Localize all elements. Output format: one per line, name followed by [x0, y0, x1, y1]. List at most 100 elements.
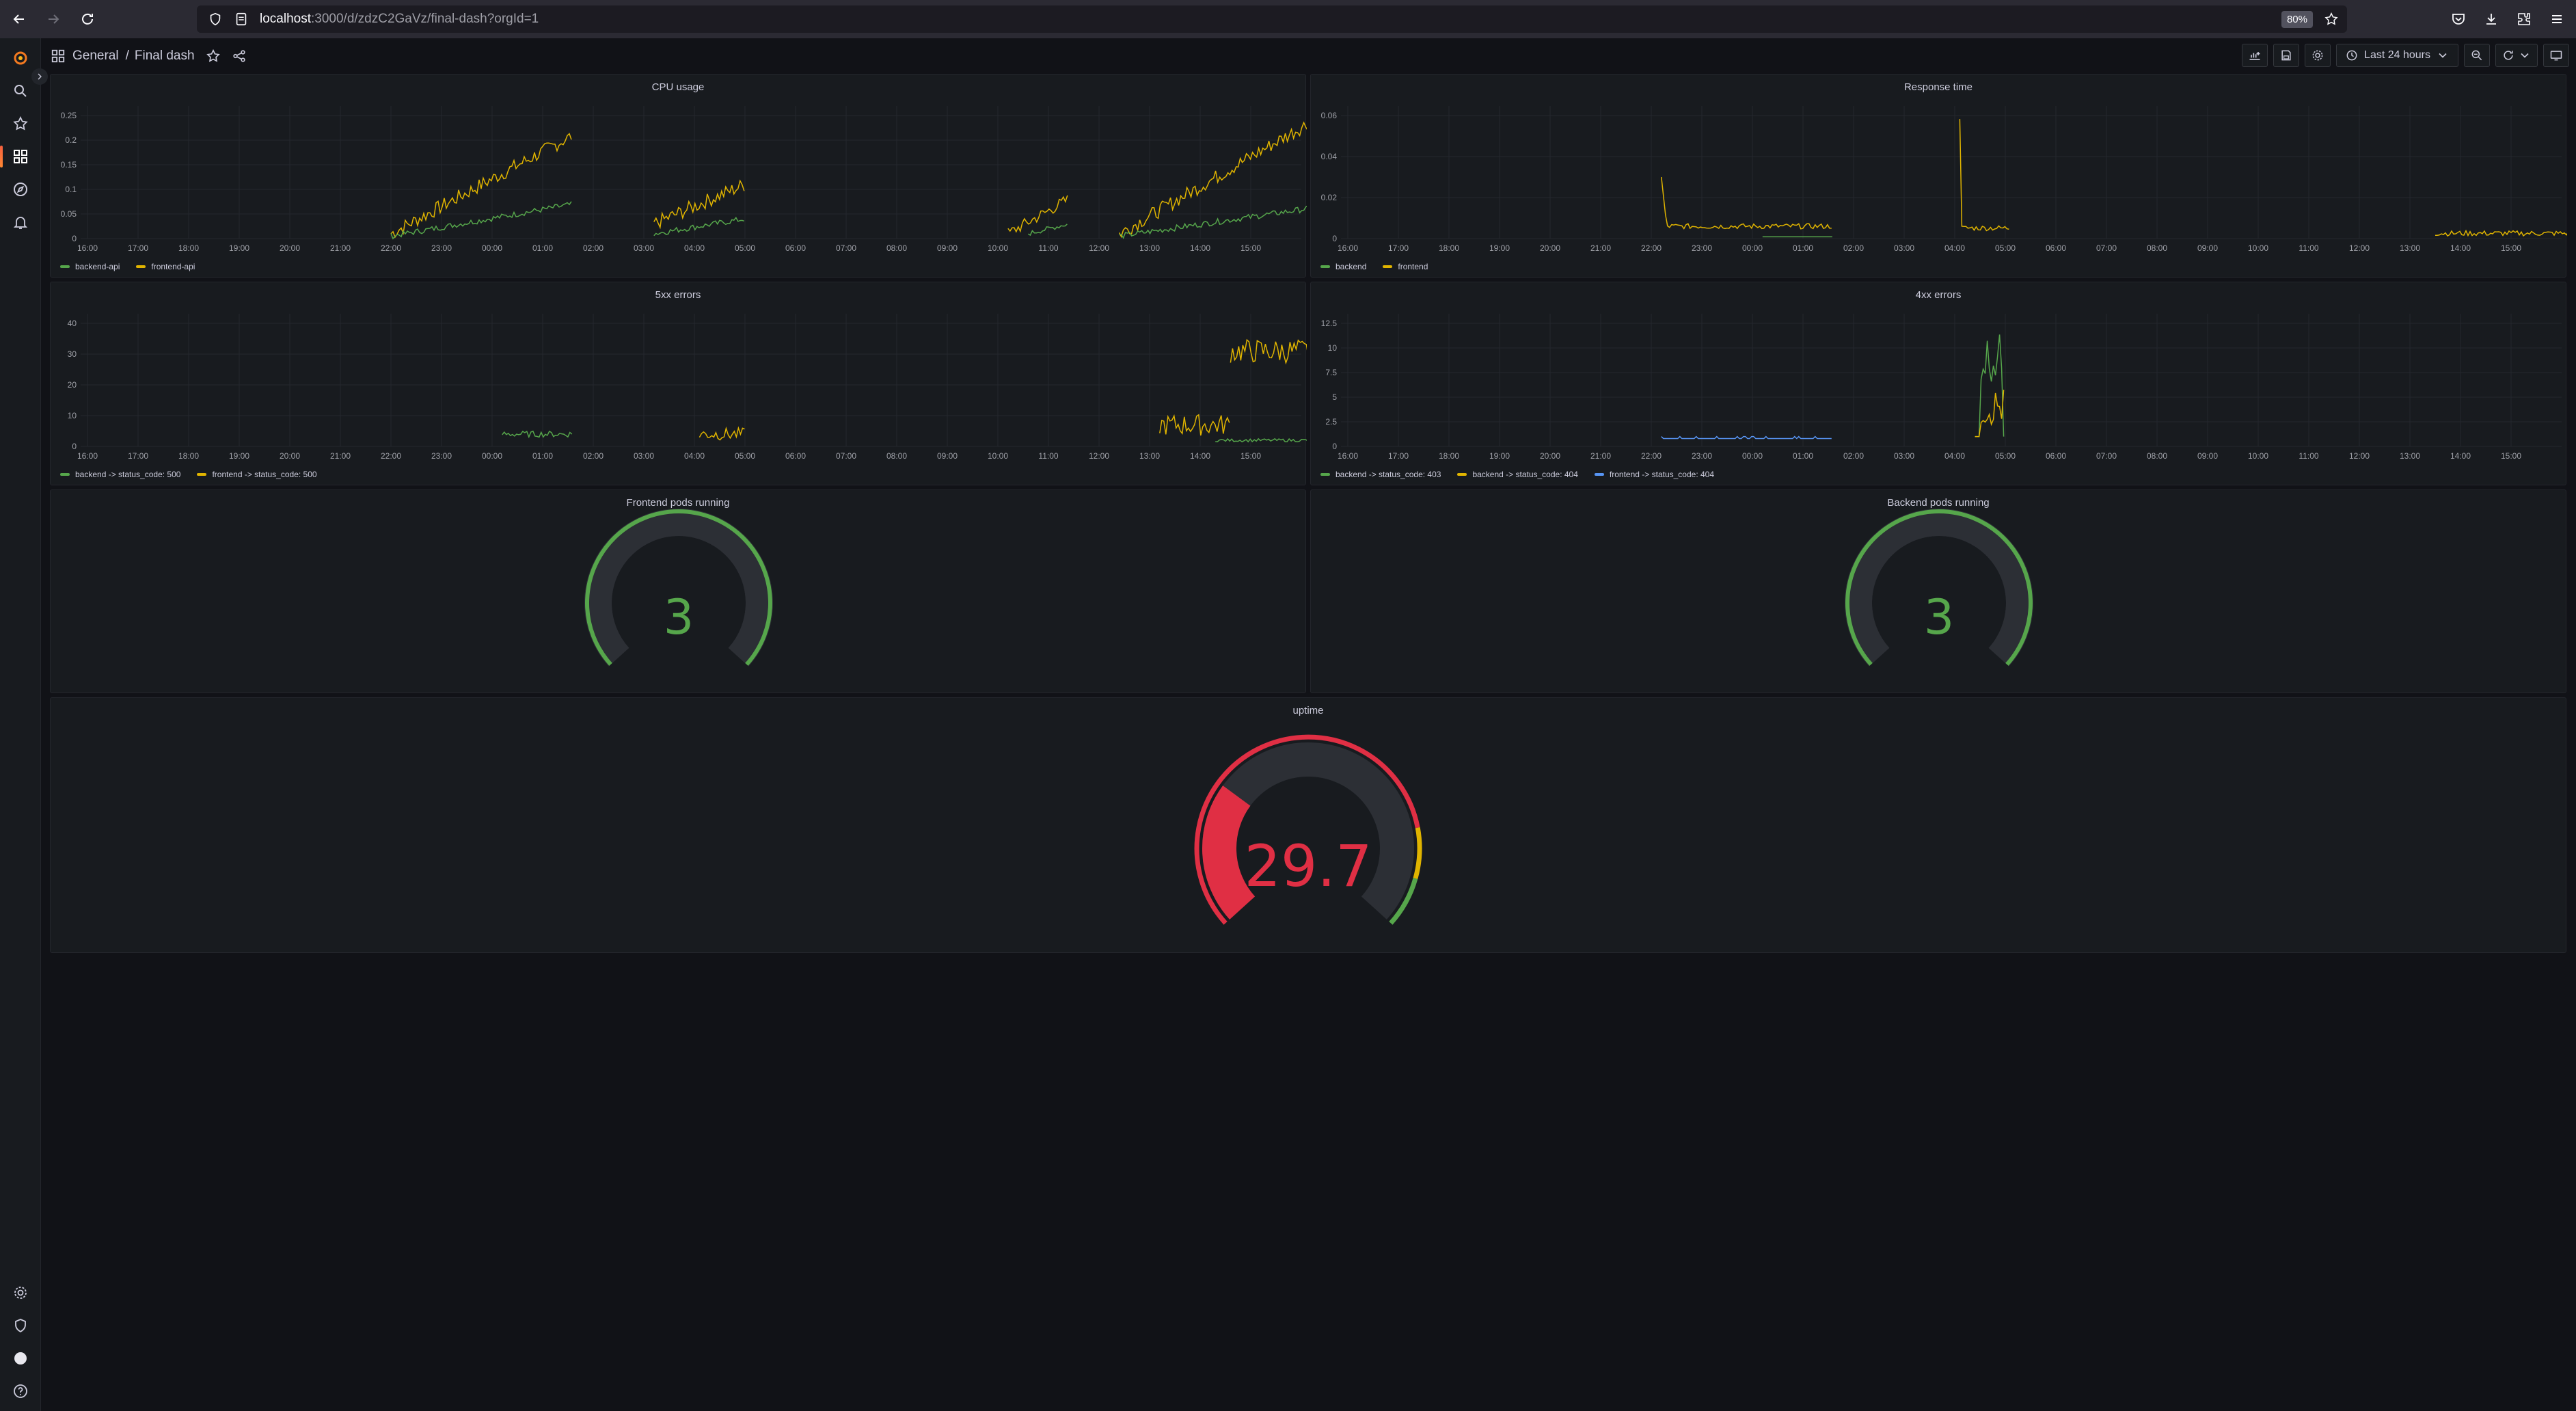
- bookmark-star-icon[interactable]: [2324, 12, 2339, 27]
- x-tick-label: 13:00: [1139, 451, 1160, 461]
- panel-cpu-usage[interactable]: CPU usage 0 0.05 0.1 0.15 0.2 0.25 16:00 17:00 1…: [50, 74, 1307, 278]
- series-frontend: [1661, 176, 1832, 230]
- x-tick-label: 05:00: [735, 243, 755, 253]
- x-tick-label: 18:00: [178, 243, 199, 253]
- x-tick-label: 17:00: [128, 243, 148, 253]
- gauge-value: 3: [664, 589, 694, 645]
- forward-icon[interactable]: [38, 4, 68, 34]
- x-tick-label: 07:00: [836, 243, 856, 253]
- x-tick-label: 14:00: [1190, 451, 1210, 461]
- x-tick-label: 16:00: [1338, 243, 1358, 253]
- x-tick-label: 07:00: [836, 451, 856, 461]
- refresh-button[interactable]: [2495, 44, 2538, 67]
- x-tick-label: 18:00: [178, 451, 199, 461]
- legend-item[interactable]: backend -> status_code: 500: [60, 470, 180, 479]
- panel-5xx-errors[interactable]: 5xx errors 0 10 20 30 40 16:00 17:00 18:00 19:00…: [50, 282, 1307, 485]
- download-icon[interactable]: [2479, 4, 2504, 34]
- 4xx-errors-chart: 0 2.5 5 7.5 10 12.5 16:00 17:00 18:00 19:00 20:00 2…: [1321, 314, 2562, 461]
- configuration-gear-icon[interactable]: [10, 1282, 31, 1303]
- pocket-icon[interactable]: [2446, 4, 2471, 34]
- legend-item[interactable]: frontend -> status_code: 500: [197, 470, 317, 479]
- search-icon[interactable]: [10, 81, 31, 101]
- active-indicator: [0, 146, 3, 167]
- y-tick-label: 10: [1328, 343, 1338, 353]
- y-tick-label: 0: [1332, 234, 1337, 243]
- tv-mode-button[interactable]: [2543, 44, 2569, 67]
- chevron-down-icon: [2521, 53, 2529, 58]
- explore-icon[interactable]: [10, 179, 31, 200]
- breadcrumb-folder[interactable]: General: [72, 49, 119, 64]
- shield-icon[interactable]: [208, 12, 223, 27]
- x-tick-label: 06:00: [2046, 451, 2066, 461]
- series-frontend-404: [1661, 435, 1832, 440]
- legend-item[interactable]: backend: [1320, 262, 1366, 271]
- x-tick-label: 11:00: [2299, 451, 2318, 461]
- clock-icon: [2346, 50, 2357, 61]
- add-panel-button[interactable]: [2242, 44, 2268, 67]
- legend-label: backend -> status_code: 500: [75, 470, 181, 479]
- legend-swatch: [197, 473, 207, 476]
- share-icon[interactable]: [232, 49, 247, 64]
- menu-icon[interactable]: [2545, 4, 2569, 34]
- starred-icon[interactable]: [10, 113, 31, 134]
- series-frontend-api: [390, 133, 572, 239]
- panel-uptime[interactable]: uptime 29.7: [50, 697, 2566, 953]
- x-tick-label: 21:00: [330, 243, 351, 253]
- legend-item[interactable]: backend -> status_code: 404: [1457, 470, 1578, 479]
- legend-swatch: [1320, 473, 1330, 476]
- legend-item[interactable]: frontend -> status_code: 404: [1594, 470, 1714, 479]
- favorite-star-icon[interactable]: [206, 49, 221, 64]
- user-avatar[interactable]: [10, 1348, 31, 1369]
- url-bar[interactable]: localhost:3000/d/zdzC2GaVz/final-dash?or…: [197, 5, 2347, 33]
- x-tick-label: 09:00: [937, 243, 958, 253]
- time-picker-button[interactable]: Last 24 hours: [2336, 44, 2458, 67]
- legend-label: backend -> status_code: 404: [1472, 470, 1578, 479]
- panel-4xx-errors[interactable]: 4xx errors 0 2.5 5 7.5 10 12.5 16:00 17:00 18:00…: [1310, 282, 2566, 485]
- legend-label: frontend -> status_code: 500: [212, 470, 317, 479]
- legend-item[interactable]: backend-api: [60, 262, 120, 271]
- alerting-bell-icon[interactable]: [10, 212, 31, 232]
- legend-swatch: [60, 473, 70, 476]
- x-tick-label: 07:00: [2096, 243, 2117, 253]
- legend-item[interactable]: frontend: [1383, 262, 1428, 271]
- frontend-pods-gauge: 3: [584, 509, 773, 667]
- zoom-out-icon: [2471, 50, 2482, 61]
- dashboard-settings-button[interactable]: [2305, 44, 2331, 67]
- panel-backend-pods[interactable]: Backend pods running 3: [1310, 489, 2566, 693]
- zoom-out-button[interactable]: [2464, 44, 2490, 67]
- x-tick-label: 10:00: [988, 451, 1008, 461]
- legend-swatch: [1383, 265, 1393, 268]
- legend-swatch: [1457, 473, 1467, 476]
- x-tick-label: 18:00: [1439, 451, 1459, 461]
- save-dashboard-button[interactable]: [2273, 44, 2300, 67]
- grafana-logo-icon[interactable]: [10, 48, 31, 68]
- y-tick-label: 0.04: [1321, 152, 1338, 161]
- x-tick-label: 08:00: [886, 451, 907, 461]
- extensions-icon[interactable]: [2512, 4, 2536, 34]
- x-tick-label: 12:00: [1089, 243, 1109, 253]
- y-tick-label: 5: [1332, 392, 1337, 402]
- back-icon[interactable]: [4, 4, 34, 34]
- backend-pods-gauge: 3: [1845, 509, 2033, 667]
- gauge-threshold-yellow: [1413, 827, 1422, 880]
- x-tick-label: 06:00: [785, 451, 806, 461]
- x-tick-label: 22:00: [381, 451, 401, 461]
- x-tick-label: 03:00: [634, 451, 654, 461]
- help-icon[interactable]: [10, 1381, 31, 1401]
- x-tick-label: 14:00: [2450, 451, 2471, 461]
- y-tick-label: 0.06: [1321, 111, 1338, 120]
- dashboards-icon[interactable]: [10, 146, 31, 167]
- x-tick-label: 12:00: [1089, 451, 1109, 461]
- series-backend-api: [653, 216, 745, 237]
- zoom-badge[interactable]: 80%: [2281, 11, 2313, 28]
- panel-response-time[interactable]: Response time 0 0.02 0.04 0.06 16:00 17:00 18:…: [1310, 74, 2567, 278]
- legend-item[interactable]: frontend-api: [136, 262, 195, 271]
- dashboard-title[interactable]: Final dash: [135, 49, 195, 64]
- legend-item[interactable]: backend -> status_code: 403: [1320, 470, 1441, 479]
- server-admin-shield-icon[interactable]: [10, 1315, 31, 1336]
- reload-icon[interactable]: [72, 4, 103, 34]
- page-icon[interactable]: [234, 12, 249, 27]
- panel-frontend-pods[interactable]: Frontend pods running 3: [50, 489, 1306, 693]
- x-tick-label: 02:00: [583, 243, 604, 253]
- x-tick-label: 11:00: [1038, 451, 1058, 461]
